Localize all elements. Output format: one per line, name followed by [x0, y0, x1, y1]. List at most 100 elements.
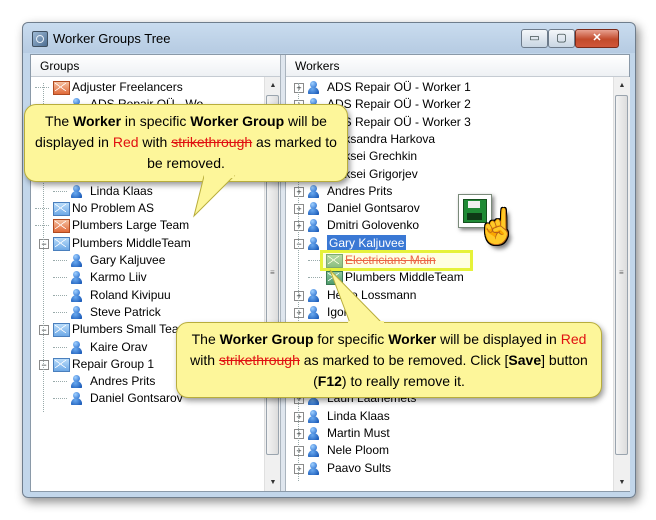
tree-connector — [35, 225, 49, 227]
worker-tree-row[interactable]: + Daniel Gontsarov — [286, 200, 613, 217]
worker-icon — [71, 392, 82, 406]
worker-tree-row[interactable]: + Martin Must — [286, 425, 613, 442]
group-tree-row[interactable]: Gary Kaljuvee — [31, 252, 264, 269]
worker-icon — [71, 305, 82, 319]
maximize-button[interactable]: ▢ — [548, 29, 575, 48]
expand-plus-icon[interactable]: + — [294, 429, 304, 439]
callout-text: with — [138, 134, 172, 150]
group-tree-item-label: Gary Kaljuvee — [90, 253, 166, 267]
collapse-minus-icon[interactable]: − — [39, 238, 49, 249]
scroll-up-arrow-icon[interactable]: ▲ — [614, 77, 630, 94]
tree-connector — [35, 87, 49, 88]
callout-text: for specific — [313, 331, 389, 347]
group-tree-item-label: Plumbers MiddleTeam — [72, 235, 191, 250]
worker-tree-row[interactable]: + Dmitri Golovenko — [286, 217, 613, 234]
collapse-minus-icon[interactable]: − — [294, 238, 304, 249]
callout-red-word: Red — [560, 331, 587, 347]
group-envelope-icon — [53, 202, 70, 217]
worker-icon — [308, 202, 319, 216]
callout-top-pointer — [193, 174, 236, 218]
expand-plus-icon[interactable]: + — [294, 307, 304, 318]
close-button[interactable]: ✕ — [575, 29, 619, 48]
callout-text: The — [45, 113, 74, 129]
group-tree-item-label: Plumbers Large Team — [72, 218, 190, 233]
worker-tree-row[interactable]: + Linda Klaas — [286, 408, 613, 425]
tree-connector — [53, 260, 67, 261]
worker-icon — [71, 340, 82, 354]
collapse-minus-icon[interactable]: − — [39, 325, 49, 336]
tree-connector — [35, 208, 49, 210]
title-bar[interactable]: Worker Groups Tree ▭ ▢ ✕ — [23, 23, 635, 53]
callout-bold-worker: Worker — [73, 113, 122, 129]
scroll-up-arrow-icon[interactable]: ▲ — [265, 77, 281, 94]
scroll-down-arrow-icon[interactable]: ▼ — [614, 474, 630, 491]
expand-plus-icon[interactable]: + — [294, 446, 304, 457]
collapse-minus-icon[interactable]: − — [39, 359, 49, 370]
callout-text: will be displayed in — [436, 331, 561, 347]
callout-bold-save: Save — [508, 352, 542, 368]
callout-bold-worker-group: Worker Group — [190, 113, 285, 129]
removal-highlight-box — [320, 250, 473, 271]
callout-bold-f12: F12 — [317, 373, 342, 389]
worker-tree-item-label: Nele Ploom — [327, 443, 390, 458]
workers-scroll-thumb[interactable]: ≡ — [615, 95, 628, 455]
callout-red-word: Red — [112, 134, 139, 150]
group-tree-item-label: Linda Klaas — [90, 183, 153, 198]
callout-group-removed: The Worker Group for specific Worker wil… — [176, 322, 602, 398]
tree-connector — [53, 190, 67, 192]
worker-tree-item-label: ADS Repair OÜ - Worker 2 — [327, 97, 471, 112]
expand-plus-icon[interactable]: + — [294, 186, 304, 197]
app-window: Worker Groups Tree ▭ ▢ ✕ Groups Adjuster… — [22, 22, 636, 498]
tree-connector — [53, 277, 67, 279]
group-tree-item-label: No Problem AS — [72, 201, 155, 216]
expand-plus-icon[interactable]: + — [294, 83, 304, 93]
worker-tree-item-label: Martin Must — [327, 426, 390, 440]
group-tree-row[interactable]: Steve Patrick — [31, 304, 264, 321]
worker-icon — [71, 375, 82, 389]
scroll-down-arrow-icon[interactable]: ▼ — [265, 474, 281, 491]
callout-bold-worker-group: Worker Group — [219, 331, 314, 347]
worker-icon — [71, 288, 82, 302]
groups-header: Groups — [31, 55, 280, 77]
worker-icon — [308, 305, 319, 319]
worker-tree-row[interactable]: + ADS Repair OÜ - Worker 1 — [286, 79, 613, 96]
worker-tree-item-label: Daniel Gontsarov — [327, 201, 420, 216]
worker-tree-row[interactable]: + Nele Ploom — [286, 442, 613, 459]
worker-icon — [308, 288, 319, 302]
group-tree-row[interactable]: Roland Kivipuu — [31, 287, 264, 304]
expand-plus-icon[interactable]: + — [294, 290, 304, 301]
minimize-button[interactable]: ▭ — [521, 29, 548, 48]
worker-tree-item-label: Dmitri Golovenko — [327, 218, 420, 233]
callout-bottom-pointer — [329, 269, 384, 326]
expand-plus-icon[interactable]: + — [294, 204, 304, 215]
worker-icon — [71, 184, 82, 198]
worker-tree-item-label: ADS Repair OÜ - Worker 1 — [327, 80, 471, 94]
expand-plus-icon[interactable]: + — [294, 463, 304, 474]
group-tree-row[interactable]: Adjuster Freelancers — [31, 79, 264, 96]
worker-tree-item-label: Paavo Sults — [327, 460, 392, 475]
window-title: Worker Groups Tree — [53, 31, 171, 46]
expand-plus-icon[interactable]: + — [294, 221, 304, 232]
worker-icon — [308, 444, 319, 458]
callout-text: as marked to be removed. Click [ — [299, 352, 509, 368]
expand-plus-icon[interactable]: + — [294, 411, 304, 422]
worker-tree-item-label: Andres Prits — [327, 183, 393, 198]
group-tree-row[interactable]: − Plumbers MiddleTeam — [31, 235, 264, 252]
group-tree-row[interactable]: Karmo Liiv — [31, 269, 264, 286]
tree-connector — [308, 277, 322, 279]
worker-tree-row[interactable]: + Andres Prits — [286, 183, 613, 200]
team-group-icon — [53, 219, 70, 234]
worker-tree-row[interactable]: + Paavo Sults — [286, 460, 613, 477]
group-tree-item-label: Karmo Liiv — [90, 270, 147, 285]
worker-tree-item-label: Linda Klaas — [327, 408, 390, 423]
worker-icon — [308, 427, 319, 440]
tree-connector — [53, 381, 67, 383]
worker-icon — [71, 254, 82, 267]
tree-connector — [53, 294, 67, 296]
group-tree-item-label: Steve Patrick — [90, 304, 161, 319]
worker-icon — [308, 236, 319, 250]
tree-connector — [53, 311, 67, 313]
worker-icon — [71, 271, 82, 285]
workers-scrollbar[interactable]: ▲ ≡ ▼ — [613, 77, 630, 491]
callout-text: in specific — [121, 113, 191, 129]
